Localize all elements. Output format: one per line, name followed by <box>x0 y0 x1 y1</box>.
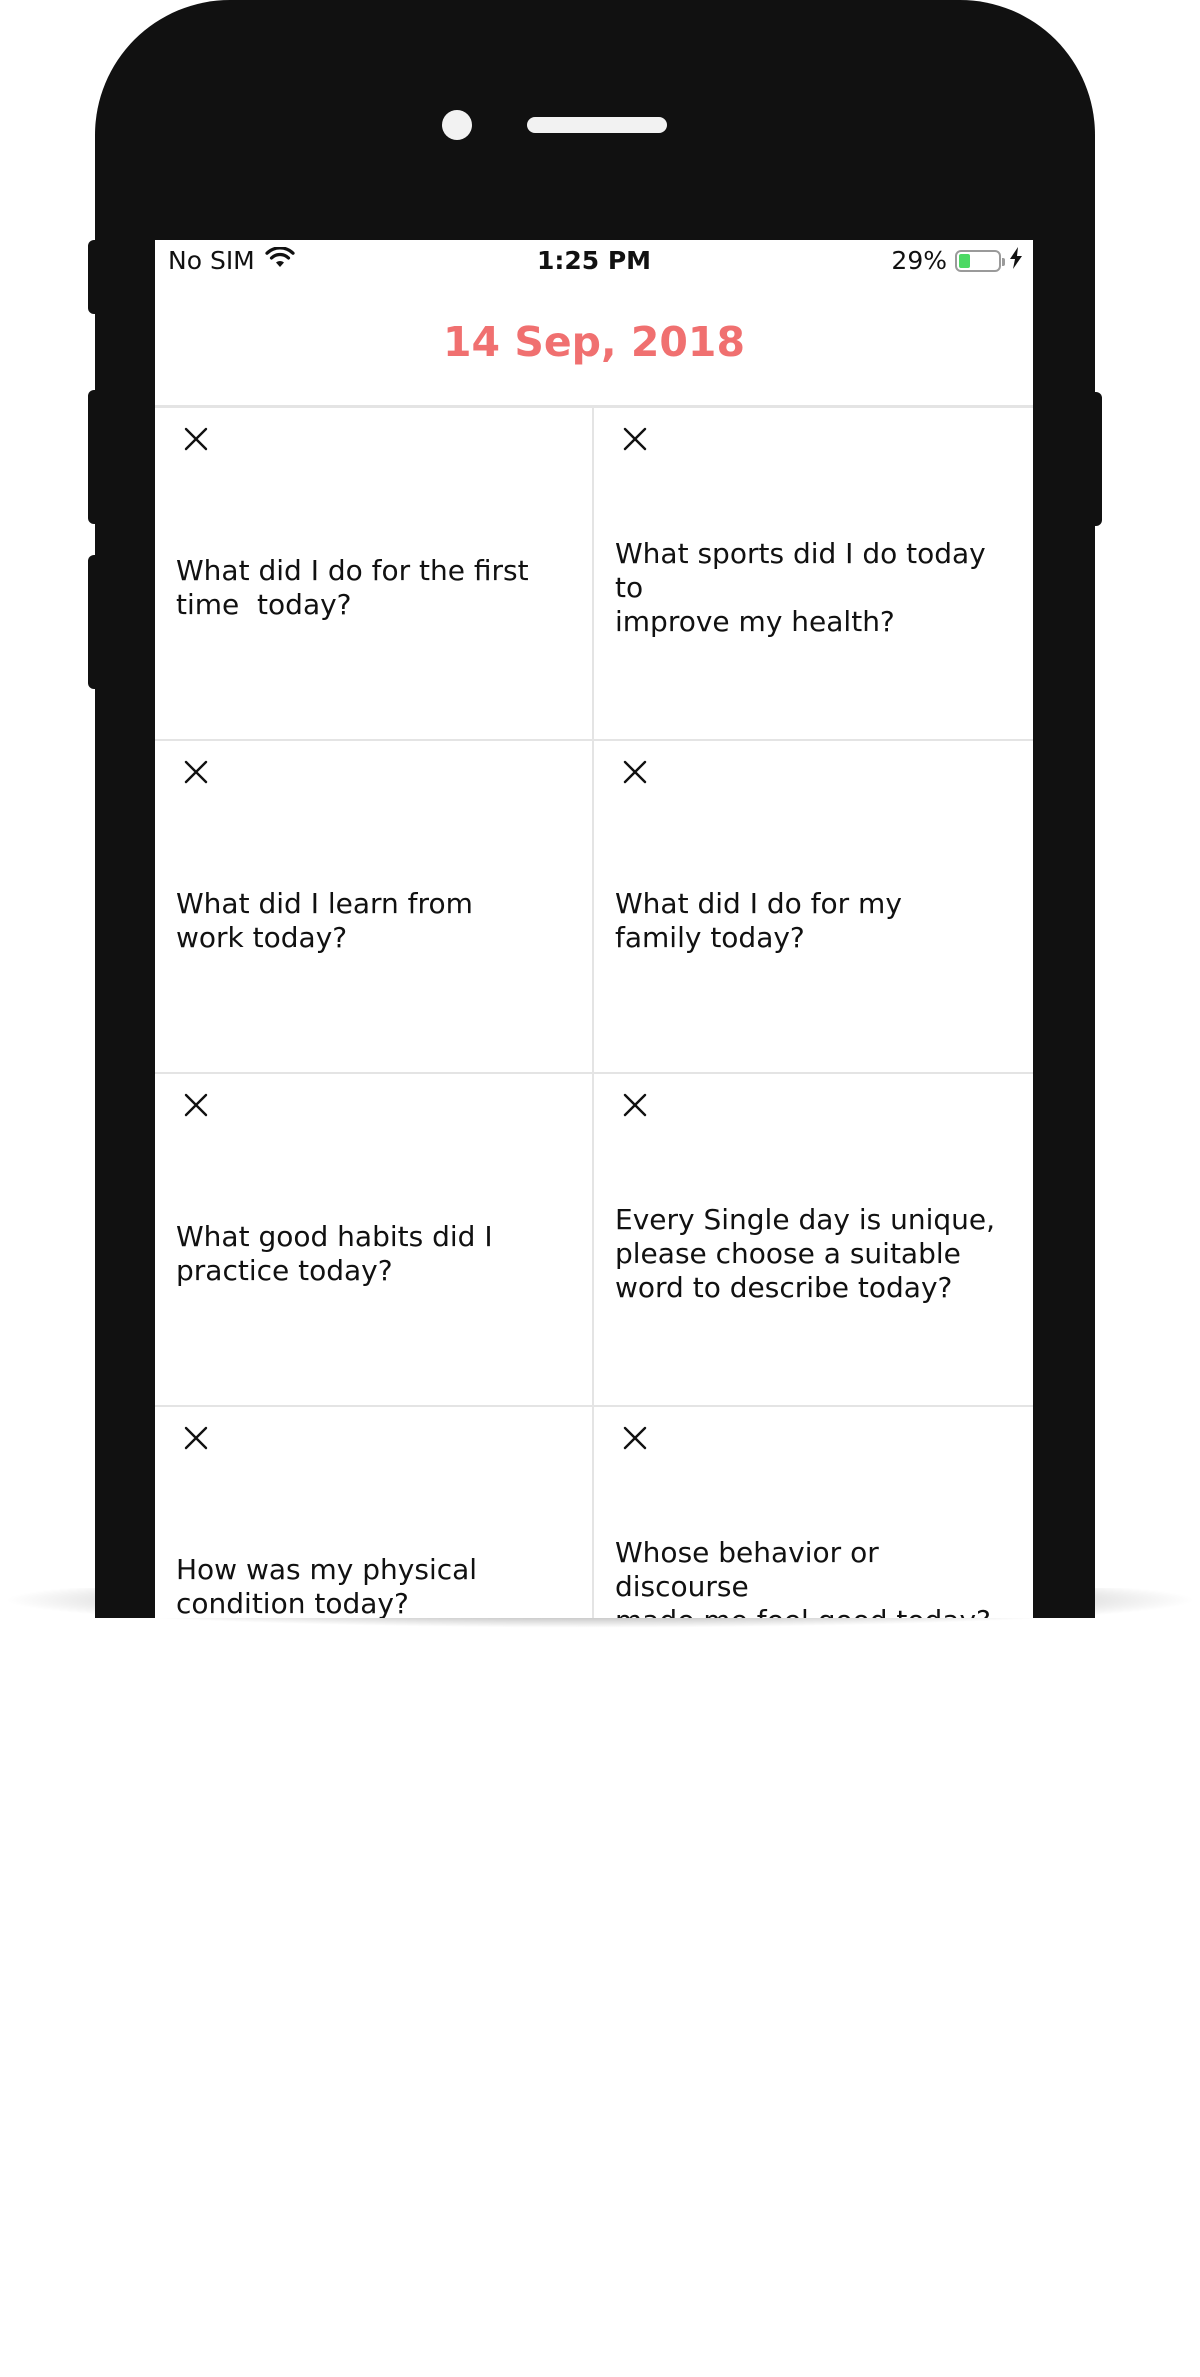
page-title: 14 Sep, 2018 <box>443 318 745 366</box>
app-screen: No SIM 1:25 PM 29% 14 Sep, 2018 What did… <box>155 240 1033 1618</box>
status-bar: No SIM 1:25 PM 29% <box>155 240 1033 282</box>
question-text: Whose behavior or discourse made me feel… <box>615 1535 991 1619</box>
battery-level <box>959 253 970 268</box>
earpiece-speaker <box>527 117 667 133</box>
question-text: What good habits did I practice today? <box>176 1219 493 1287</box>
question-text: How was my physical condition today? <box>176 1552 478 1619</box>
battery-tip <box>1002 257 1005 266</box>
close-icon[interactable] <box>181 1423 211 1453</box>
question-text: What did I do for my family today? <box>615 886 902 954</box>
close-icon[interactable] <box>620 1423 650 1453</box>
question-card[interactable]: Whose behavior or discourse made me feel… <box>594 1407 1033 1618</box>
question-card[interactable]: What did I do for my family today? <box>594 741 1033 1074</box>
battery-icon <box>955 249 1005 272</box>
question-grid: What did I do for the first time today? W… <box>155 408 1033 1618</box>
battery-percent: 29% <box>891 246 947 275</box>
question-card[interactable]: What did I learn from work today? <box>155 741 594 1074</box>
question-card[interactable]: What did I do for the first time today? <box>155 408 594 741</box>
close-icon[interactable] <box>181 757 211 787</box>
close-icon[interactable] <box>620 424 650 454</box>
date-header: 14 Sep, 2018 <box>155 282 1033 408</box>
question-card[interactable]: What sports did I do today to improve my… <box>594 408 1033 741</box>
close-icon[interactable] <box>181 1090 211 1120</box>
question-text: What did I do for the first time today? <box>176 553 529 621</box>
front-camera <box>442 110 472 140</box>
question-card[interactable]: Every Single day is unique, please choos… <box>594 1074 1033 1407</box>
question-card[interactable]: What good habits did I practice today? <box>155 1074 594 1407</box>
close-icon[interactable] <box>620 1090 650 1120</box>
close-icon[interactable] <box>620 757 650 787</box>
question-card[interactable]: How was my physical condition today? <box>155 1407 594 1618</box>
question-text: What sports did I do today to improve my… <box>615 536 986 638</box>
bolt-icon <box>1009 246 1023 275</box>
close-icon[interactable] <box>181 424 211 454</box>
question-text: Every Single day is unique, please choos… <box>615 1202 996 1304</box>
question-text: What did I learn from work today? <box>176 886 473 954</box>
